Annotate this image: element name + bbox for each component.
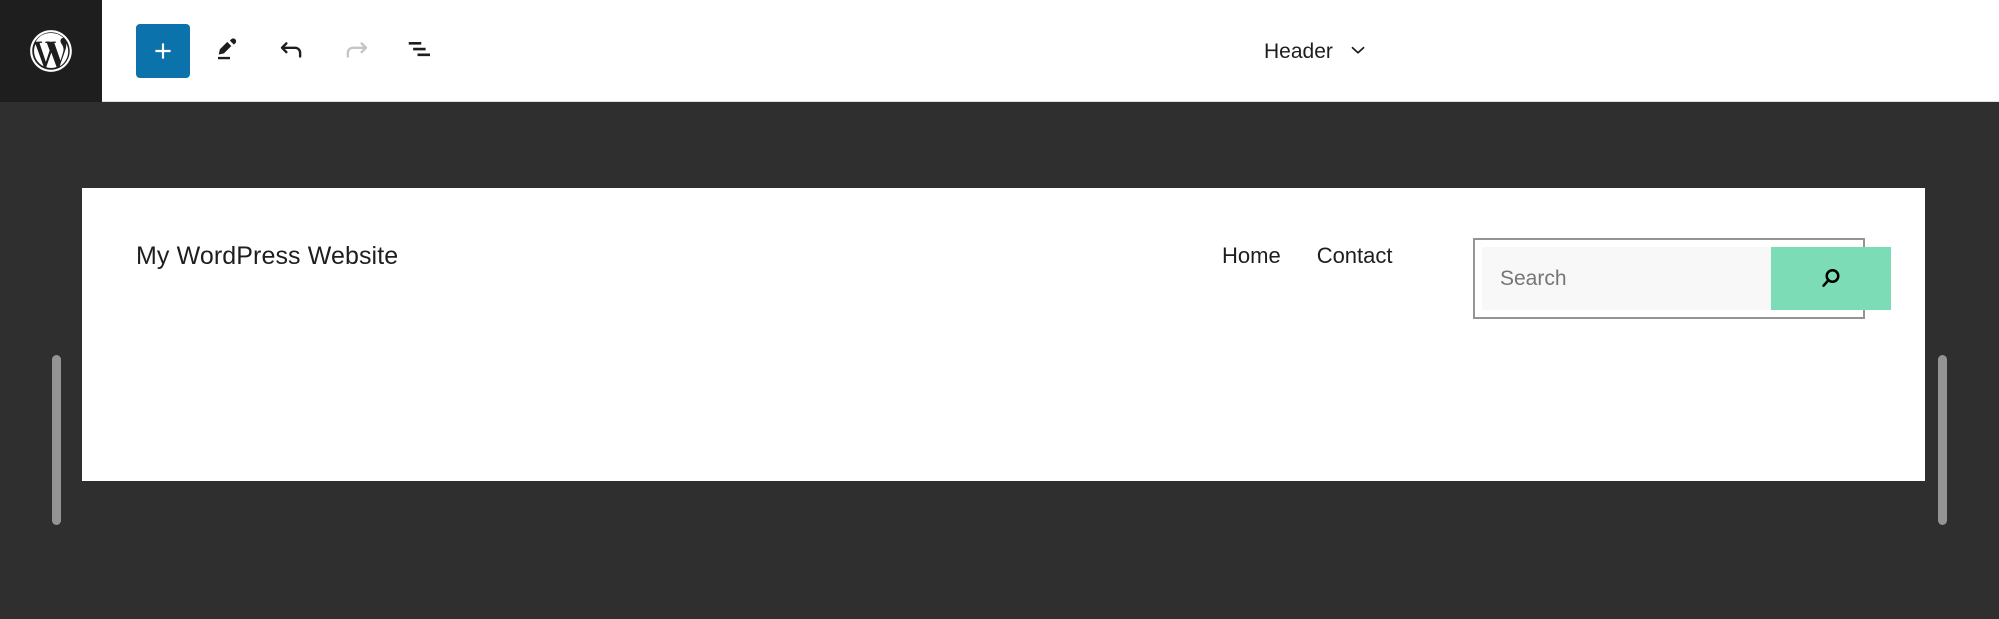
site-title-block[interactable]: My WordPress Website: [136, 241, 398, 271]
editor-toolbar: Header: [0, 0, 1999, 102]
edit-mode-button[interactable]: [202, 25, 254, 77]
list-view-button[interactable]: [394, 25, 446, 77]
wordpress-logo-icon: [26, 26, 76, 76]
add-block-button[interactable]: [136, 23, 190, 78]
pencil-icon: [213, 34, 243, 67]
wordpress-logo-button[interactable]: [0, 0, 102, 102]
undo-arrow-icon: [277, 34, 307, 67]
list-view-icon: [405, 34, 435, 67]
nav-link-contact[interactable]: Contact: [1317, 243, 1393, 269]
chevron-down-icon: [1347, 39, 1369, 64]
document-title-label: Header: [1264, 39, 1333, 63]
nav-link-home[interactable]: Home: [1222, 243, 1281, 269]
redo-button[interactable]: [330, 25, 382, 77]
canvas-resize-handle-right[interactable]: [1938, 355, 1947, 525]
document-title-dropdown[interactable]: Header: [1258, 24, 1375, 78]
canvas-resize-handle-left[interactable]: [52, 355, 61, 525]
header-template-part[interactable]: My WordPress Website Home Contact: [82, 188, 1925, 328]
redo-arrow-icon: [341, 34, 371, 67]
toolbar-button-group: [102, 23, 446, 78]
search-block[interactable]: [1473, 238, 1891, 319]
navigation-block[interactable]: Home Contact: [1222, 243, 1393, 269]
editor-canvas-area: My WordPress Website Home Contact: [0, 102, 1999, 619]
plus-icon: [150, 38, 176, 64]
search-input[interactable]: [1482, 247, 1771, 310]
undo-button[interactable]: [266, 25, 318, 77]
site-preview-canvas[interactable]: My WordPress Website Home Contact: [82, 188, 1925, 481]
search-submit-button[interactable]: [1771, 247, 1891, 310]
search-magnifier-icon: [1816, 264, 1846, 294]
